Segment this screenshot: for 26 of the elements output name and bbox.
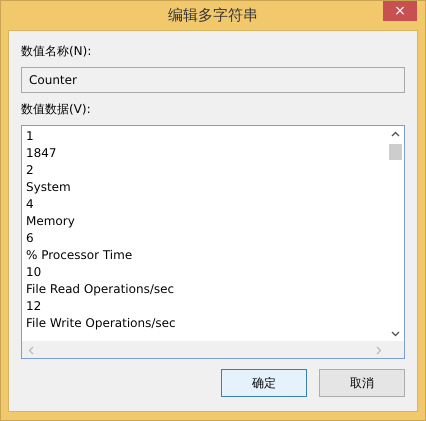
cancel-button[interactable]: 取消 — [319, 369, 405, 397]
text-line: 12 — [26, 298, 42, 315]
window-title: 编辑多字符串 — [168, 5, 258, 26]
scroll-up-icon[interactable] — [391, 131, 400, 137]
scroll-down-icon[interactable] — [391, 331, 400, 337]
text-line: 1 — [26, 128, 35, 145]
text-line: System — [26, 179, 72, 196]
text-line: 1847 — [26, 145, 58, 162]
scroll-thumb[interactable] — [389, 144, 402, 160]
text-line: File Write Operations/sec — [26, 315, 176, 332]
ok-button[interactable]: 确定 — [221, 369, 307, 397]
text-line: File Read Operations/sec — [26, 281, 176, 298]
text-line: 6 — [26, 230, 35, 247]
multiline-text-field[interactable]: 1 1847 2 System 4 Memory 6 % Processor Time 10 File Read Operations/sec 12 File Write Operations/sec — [21, 125, 405, 359]
close-button[interactable]: × — [383, 1, 417, 21]
text-line: Memory — [26, 213, 76, 230]
field-label: 数值名称(N): — [21, 43, 92, 59]
text-line: % Processor Time — [26, 247, 134, 264]
field-label: 数值数据(V): — [21, 101, 92, 117]
text-line: 2 — [26, 162, 35, 179]
horizontal-scrollbar[interactable] — [22, 341, 404, 358]
scroll-right-icon[interactable] — [376, 346, 382, 355]
text-line: 10 — [26, 264, 42, 281]
text-line: 4 — [26, 196, 35, 213]
scroll-left-icon[interactable] — [28, 346, 34, 355]
name-field[interactable]: Counter — [21, 67, 405, 93]
